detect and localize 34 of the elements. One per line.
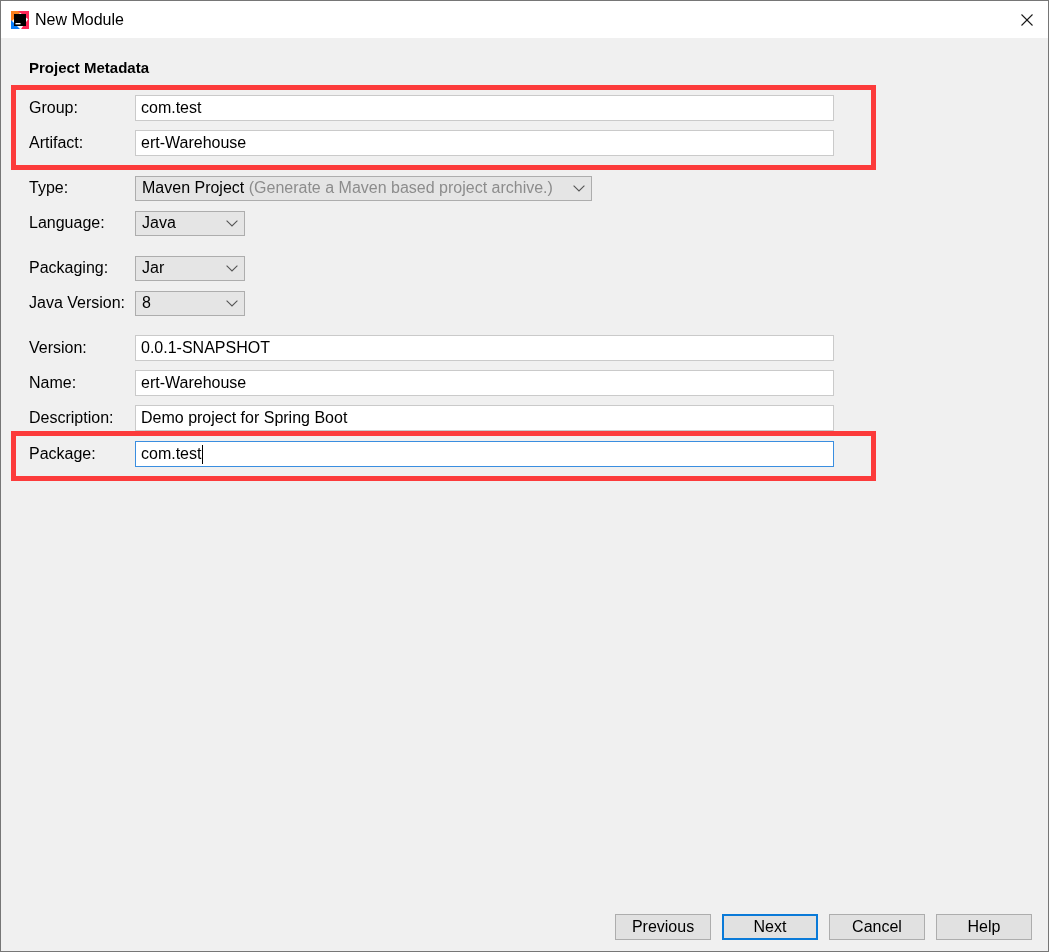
- dropdown[interactable]: Maven Project (Generate a Maven based project archive.): [135, 175, 592, 201]
- field-label: Package:: [29, 445, 97, 463]
- close-icon: [1021, 13, 1033, 26]
- dropdown[interactable]: 8: [135, 290, 245, 316]
- field-label: Description:: [29, 409, 115, 427]
- chevron-down-icon: [226, 219, 238, 227]
- field-label: Artifact:: [29, 134, 85, 152]
- text-field[interactable]: Demo project for Spring Boot: [135, 405, 834, 431]
- dialog-button[interactable]: Next: [722, 914, 818, 940]
- dialog-button[interactable]: Help: [936, 914, 1032, 940]
- window-title: New Module: [35, 10, 124, 29]
- dialog-button[interactable]: Previous: [615, 914, 711, 940]
- dropdown[interactable]: Java: [135, 210, 245, 236]
- close-button[interactable]: [1021, 13, 1033, 26]
- text-field[interactable]: ert-Warehouse: [135, 130, 834, 156]
- field-label: Language:: [29, 214, 106, 232]
- text-field[interactable]: ert-Warehouse: [135, 370, 834, 396]
- chevron-down-icon: [572, 184, 585, 192]
- section-title: Project Metadata: [29, 58, 150, 78]
- text-field[interactable]: 0.0.1-SNAPSHOT: [135, 335, 834, 361]
- field-label: Type:: [29, 179, 70, 197]
- app-logo-icon: [11, 10, 29, 29]
- field-label: Group:: [29, 99, 79, 117]
- field-label: Name:: [29, 374, 78, 392]
- field-label: Java Version:: [29, 294, 127, 312]
- chevron-down-icon: [226, 299, 238, 307]
- dropdown[interactable]: Jar: [135, 255, 245, 281]
- text-cursor: [202, 444, 204, 464]
- text-field[interactable]: com.test: [135, 95, 834, 121]
- dialog-button[interactable]: Cancel: [829, 914, 925, 940]
- text-field[interactable]: com.test: [135, 441, 834, 467]
- field-label: Version:: [29, 339, 88, 357]
- field-label: Packaging:: [29, 259, 110, 277]
- chevron-down-icon: [226, 264, 238, 272]
